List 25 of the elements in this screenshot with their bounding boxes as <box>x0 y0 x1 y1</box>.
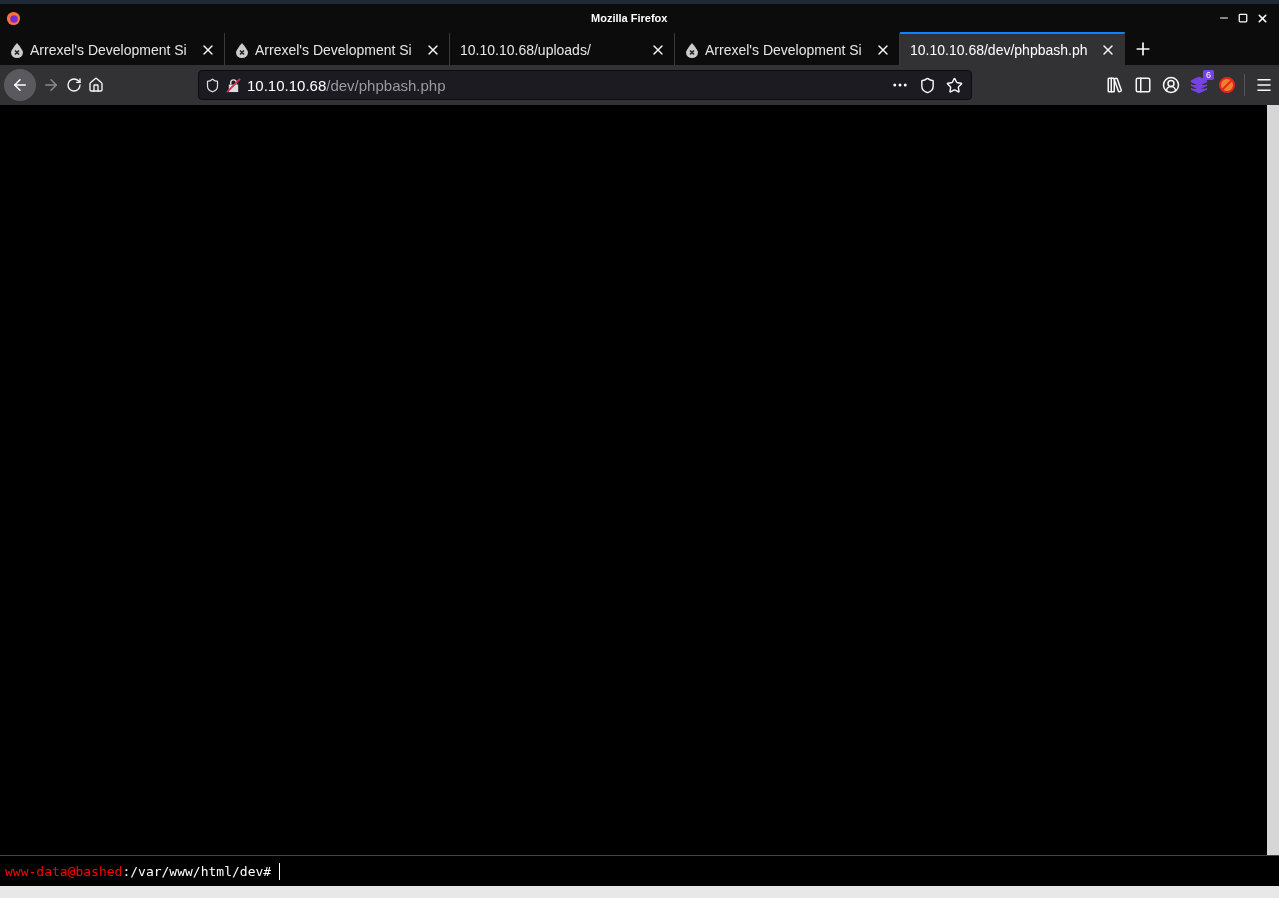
window-title: Mozilla Firefox <box>591 12 668 24</box>
tab-title: 10.10.10.68/dev/phpbash.ph <box>910 41 1089 58</box>
insecure-lock-icon <box>226 77 241 93</box>
back-button[interactable] <box>4 69 36 101</box>
tab-title: Arrexel's Development Si <box>255 41 413 58</box>
tab-title: Arrexel's Development Si <box>705 41 863 58</box>
url-field[interactable]: 10.10.10.68/dev/phpbash.php <box>198 70 972 100</box>
extension-button[interactable]: 6 <box>1188 74 1210 96</box>
reload-icon[interactable] <box>66 77 82 93</box>
close-icon <box>1256 11 1269 25</box>
url-text: 10.10.10.68/dev/phpbash.php <box>247 76 446 94</box>
shell-prompt: www-data@bashed:/var/www/html/dev# <box>5 863 272 879</box>
extension-button[interactable] <box>1216 74 1238 96</box>
firefox-logo-icon <box>6 10 21 26</box>
text-cursor <box>279 862 281 880</box>
tab-title: Arrexel's Development Si <box>30 41 188 58</box>
count-badge: 6 <box>1203 70 1214 80</box>
shield-icon <box>205 77 220 93</box>
home-icon[interactable] <box>88 77 104 93</box>
maximize-icon <box>1238 13 1248 23</box>
browser-tab[interactable]: 10.10.10.68/dev/phpbash.ph <box>900 32 1125 65</box>
tab-title: 10.10.10.68/uploads/ <box>460 41 592 58</box>
forward-icon[interactable] <box>42 76 60 94</box>
account-icon[interactable] <box>1160 74 1182 96</box>
scrollbar[interactable] <box>1267 105 1279 855</box>
